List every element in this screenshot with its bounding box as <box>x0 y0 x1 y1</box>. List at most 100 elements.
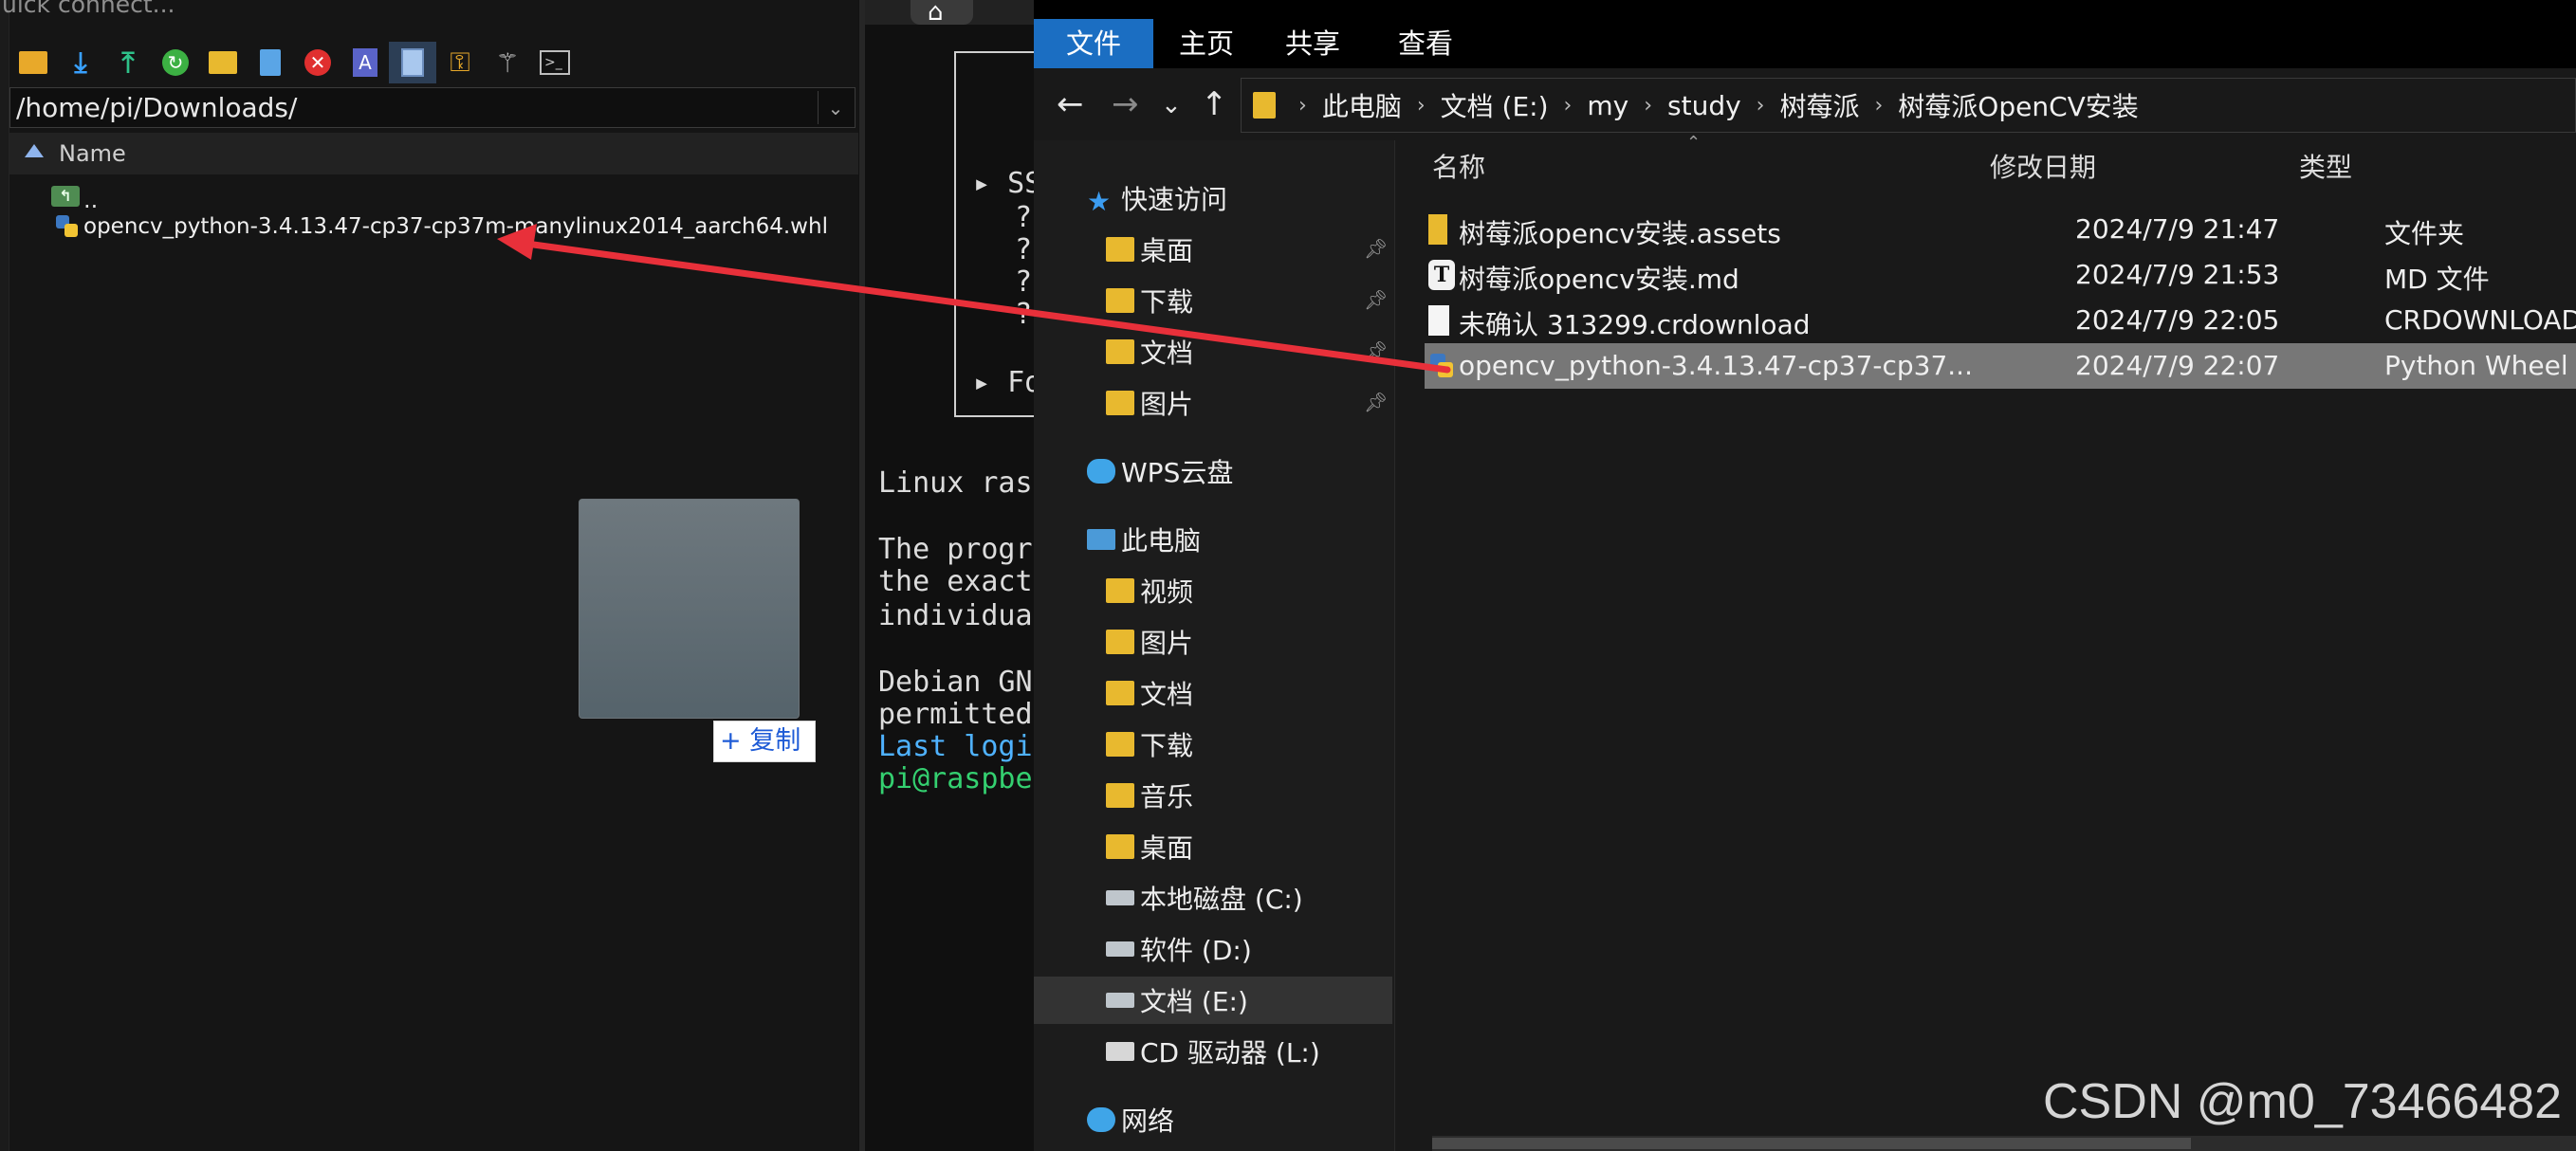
nav-qa-documents[interactable]: 文档 <box>1106 329 1193 375</box>
nav-drive-c[interactable]: 本地磁盘 (C:) <box>1106 875 1303 921</box>
new-folder-button[interactable] <box>199 42 247 83</box>
permissions-button[interactable]: ⚿ <box>436 42 484 83</box>
nav-drive-d[interactable]: 软件 (D:) <box>1106 926 1252 972</box>
nav-label: 网络 <box>1121 1105 1175 1137</box>
nav-pc-music[interactable]: 音乐 <box>1106 773 1193 818</box>
upload-icon: ⤒ <box>121 46 135 80</box>
breadcrumb-separator: › <box>1756 93 1765 118</box>
key-icon: ⚿ <box>450 46 470 78</box>
nav-quick-access[interactable]: ★ 快速访问 <box>1087 175 1227 221</box>
refresh-button[interactable]: ↻ <box>152 42 199 83</box>
nav-pc-desktop[interactable]: 桌面 <box>1106 824 1193 869</box>
terminal-button[interactable]: >_ <box>531 42 579 83</box>
pictures-folder-icon <box>1106 630 1134 654</box>
new-folder-icon <box>209 51 237 74</box>
documents-folder-icon <box>1106 339 1134 364</box>
parent-folder-button[interactable] <box>9 42 57 83</box>
quick-connect-input[interactable]: uick connect... <box>0 0 858 25</box>
terminal-line: ? <box>1015 298 1033 331</box>
nav-wps-cloud[interactable]: WPS云盘 <box>1087 448 1233 494</box>
parent-dir-label: .. <box>83 187 99 213</box>
file-type: Python Wheel <box>2384 350 2568 381</box>
column-name[interactable]: 名称 <box>1432 144 1485 192</box>
nav-drive-l[interactable]: CD 驱动器 (L:) <box>1106 1029 1320 1074</box>
path-history-dropdown[interactable]: ⌄ <box>818 91 853 124</box>
recent-locations-button[interactable]: ⌄ <box>1161 91 1182 119</box>
nav-qa-pictures[interactable]: 图片 <box>1106 380 1193 426</box>
downloads-folder-icon <box>1106 732 1134 757</box>
nav-pc-videos[interactable]: 视频 <box>1106 568 1193 613</box>
nav-label: 软件 (D:) <box>1140 935 1252 966</box>
terminal-line: ▸ SS <box>973 167 1034 200</box>
remote-file-name: opencv_python-3.4.13.47-cp37-cp37m-manyl… <box>83 214 828 239</box>
breadcrumb-my[interactable]: my <box>1587 90 1628 121</box>
file-row-whl-selected[interactable]: opencv_python-3.4.13.47-cp37-cp37... 202… <box>1425 343 2576 389</box>
file-name: 树莓派opencv安装.assets <box>1459 218 1781 249</box>
nav-label: 下载 <box>1140 286 1194 318</box>
breadcrumb-study[interactable]: study <box>1667 90 1741 121</box>
sort-caret-icon: ⌃ <box>1686 133 1702 153</box>
nav-label: 视频 <box>1140 576 1194 608</box>
remote-path-input[interactable]: /home/pi/Downloads/ <box>9 87 856 128</box>
nav-label: 图片 <box>1140 628 1194 659</box>
tab-home[interactable]: 主页 <box>1153 19 1260 68</box>
forward-button[interactable]: → <box>1112 85 1139 123</box>
typora-icon: T <box>1428 260 1455 290</box>
file-row-assets[interactable]: 树莓派opencv安装.assets 2024/7/9 21:47 文件夹 <box>1425 207 2576 252</box>
nav-pc-pictures[interactable]: 图片 <box>1106 619 1193 665</box>
tools-button[interactable]: ⚚ <box>484 42 531 83</box>
download-button[interactable]: ⤓ <box>57 42 104 83</box>
terminal-line: permitted <box>878 698 1033 731</box>
breadcrumb-separator: › <box>1298 93 1307 118</box>
refresh-icon: ↻ <box>162 49 189 76</box>
tab-file[interactable]: 文件 <box>1034 19 1153 68</box>
downloads-folder-icon <box>1106 288 1134 313</box>
file-row-md[interactable]: T 树莓派opencv安装.md 2024/7/9 21:53 MD 文件 <box>1425 252 2576 298</box>
nav-network[interactable]: 网络 <box>1087 1097 1174 1142</box>
breadcrumb-drive-e[interactable]: 文档 (E:) <box>1441 86 1549 124</box>
rename-button[interactable]: A <box>341 42 389 83</box>
pin-icon: 📌︎ <box>1364 237 1389 260</box>
breadcrumb-current[interactable]: 树莓派OpenCV安装 <box>1898 86 2139 124</box>
address-bar[interactable]: › 此电脑 › 文档 (E:) › my › study › 树莓派 › 树莓派… <box>1241 78 2576 133</box>
tab-share[interactable]: 共享 <box>1260 19 1366 68</box>
delete-button[interactable]: ✕ <box>294 42 341 83</box>
parent-dir-row[interactable]: ↰ .. <box>51 180 99 213</box>
name-column-header[interactable]: Name <box>9 133 858 174</box>
folder-icon <box>1253 92 1276 119</box>
remote-file-row[interactable]: opencv_python-3.4.13.47-cp37-cp37m-manyl… <box>55 210 828 243</box>
python-icon <box>1430 354 1453 377</box>
column-date[interactable]: 修改日期 <box>1990 144 2096 192</box>
tab-view[interactable]: 查看 <box>1366 19 1485 68</box>
up-button[interactable]: ↑ <box>1201 85 1228 123</box>
python-icon <box>56 215 78 237</box>
nav-this-pc[interactable]: 此电脑 <box>1087 517 1201 562</box>
nav-drive-e[interactable]: 文档 (E:) <box>1106 977 1248 1023</box>
nav-pc-downloads[interactable]: 下载 <box>1106 722 1193 767</box>
upload-button[interactable]: ⤒ <box>104 42 152 83</box>
breadcrumb-separator: › <box>1874 93 1884 118</box>
scrollbar-thumb[interactable] <box>1432 1138 2191 1149</box>
home-tab[interactable]: ⌂ <box>911 0 973 27</box>
properties-button[interactable] <box>389 42 436 83</box>
back-button[interactable]: ← <box>1057 85 1084 123</box>
drive-icon <box>1106 941 1134 957</box>
breadcrumb-separator: › <box>1563 93 1573 118</box>
terminal-panel[interactable]: ⌂ ▸ SS ? ? ? ? ▸ Fo Linux rasp The progr… <box>859 0 1034 1151</box>
nav-qa-desktop[interactable]: 桌面 <box>1106 227 1193 272</box>
file-icon <box>1428 305 1449 336</box>
new-file-button[interactable] <box>247 42 294 83</box>
file-row-crdownload[interactable]: 未确认 313299.crdownload 2024/7/9 22:05 CRD… <box>1425 298 2576 343</box>
nav-label: 此电脑 <box>1121 525 1202 557</box>
column-type[interactable]: 类型 <box>2299 144 2352 192</box>
nav-label: 下载 <box>1140 730 1194 761</box>
terminal-line: Debian GNU <box>878 666 1034 699</box>
nav-qa-downloads[interactable]: 下载 <box>1106 278 1193 323</box>
terminal-line: the exact <box>878 565 1033 598</box>
file-icon <box>260 49 281 76</box>
breadcrumb-this-pc[interactable]: 此电脑 <box>1322 86 1402 124</box>
breadcrumb-raspberry[interactable]: 树莓派 <box>1779 86 1859 124</box>
pictures-folder-icon <box>1106 391 1134 415</box>
nav-pc-documents[interactable]: 文档 <box>1106 670 1193 716</box>
terminal-line: ▸ Fo <box>973 366 1034 399</box>
